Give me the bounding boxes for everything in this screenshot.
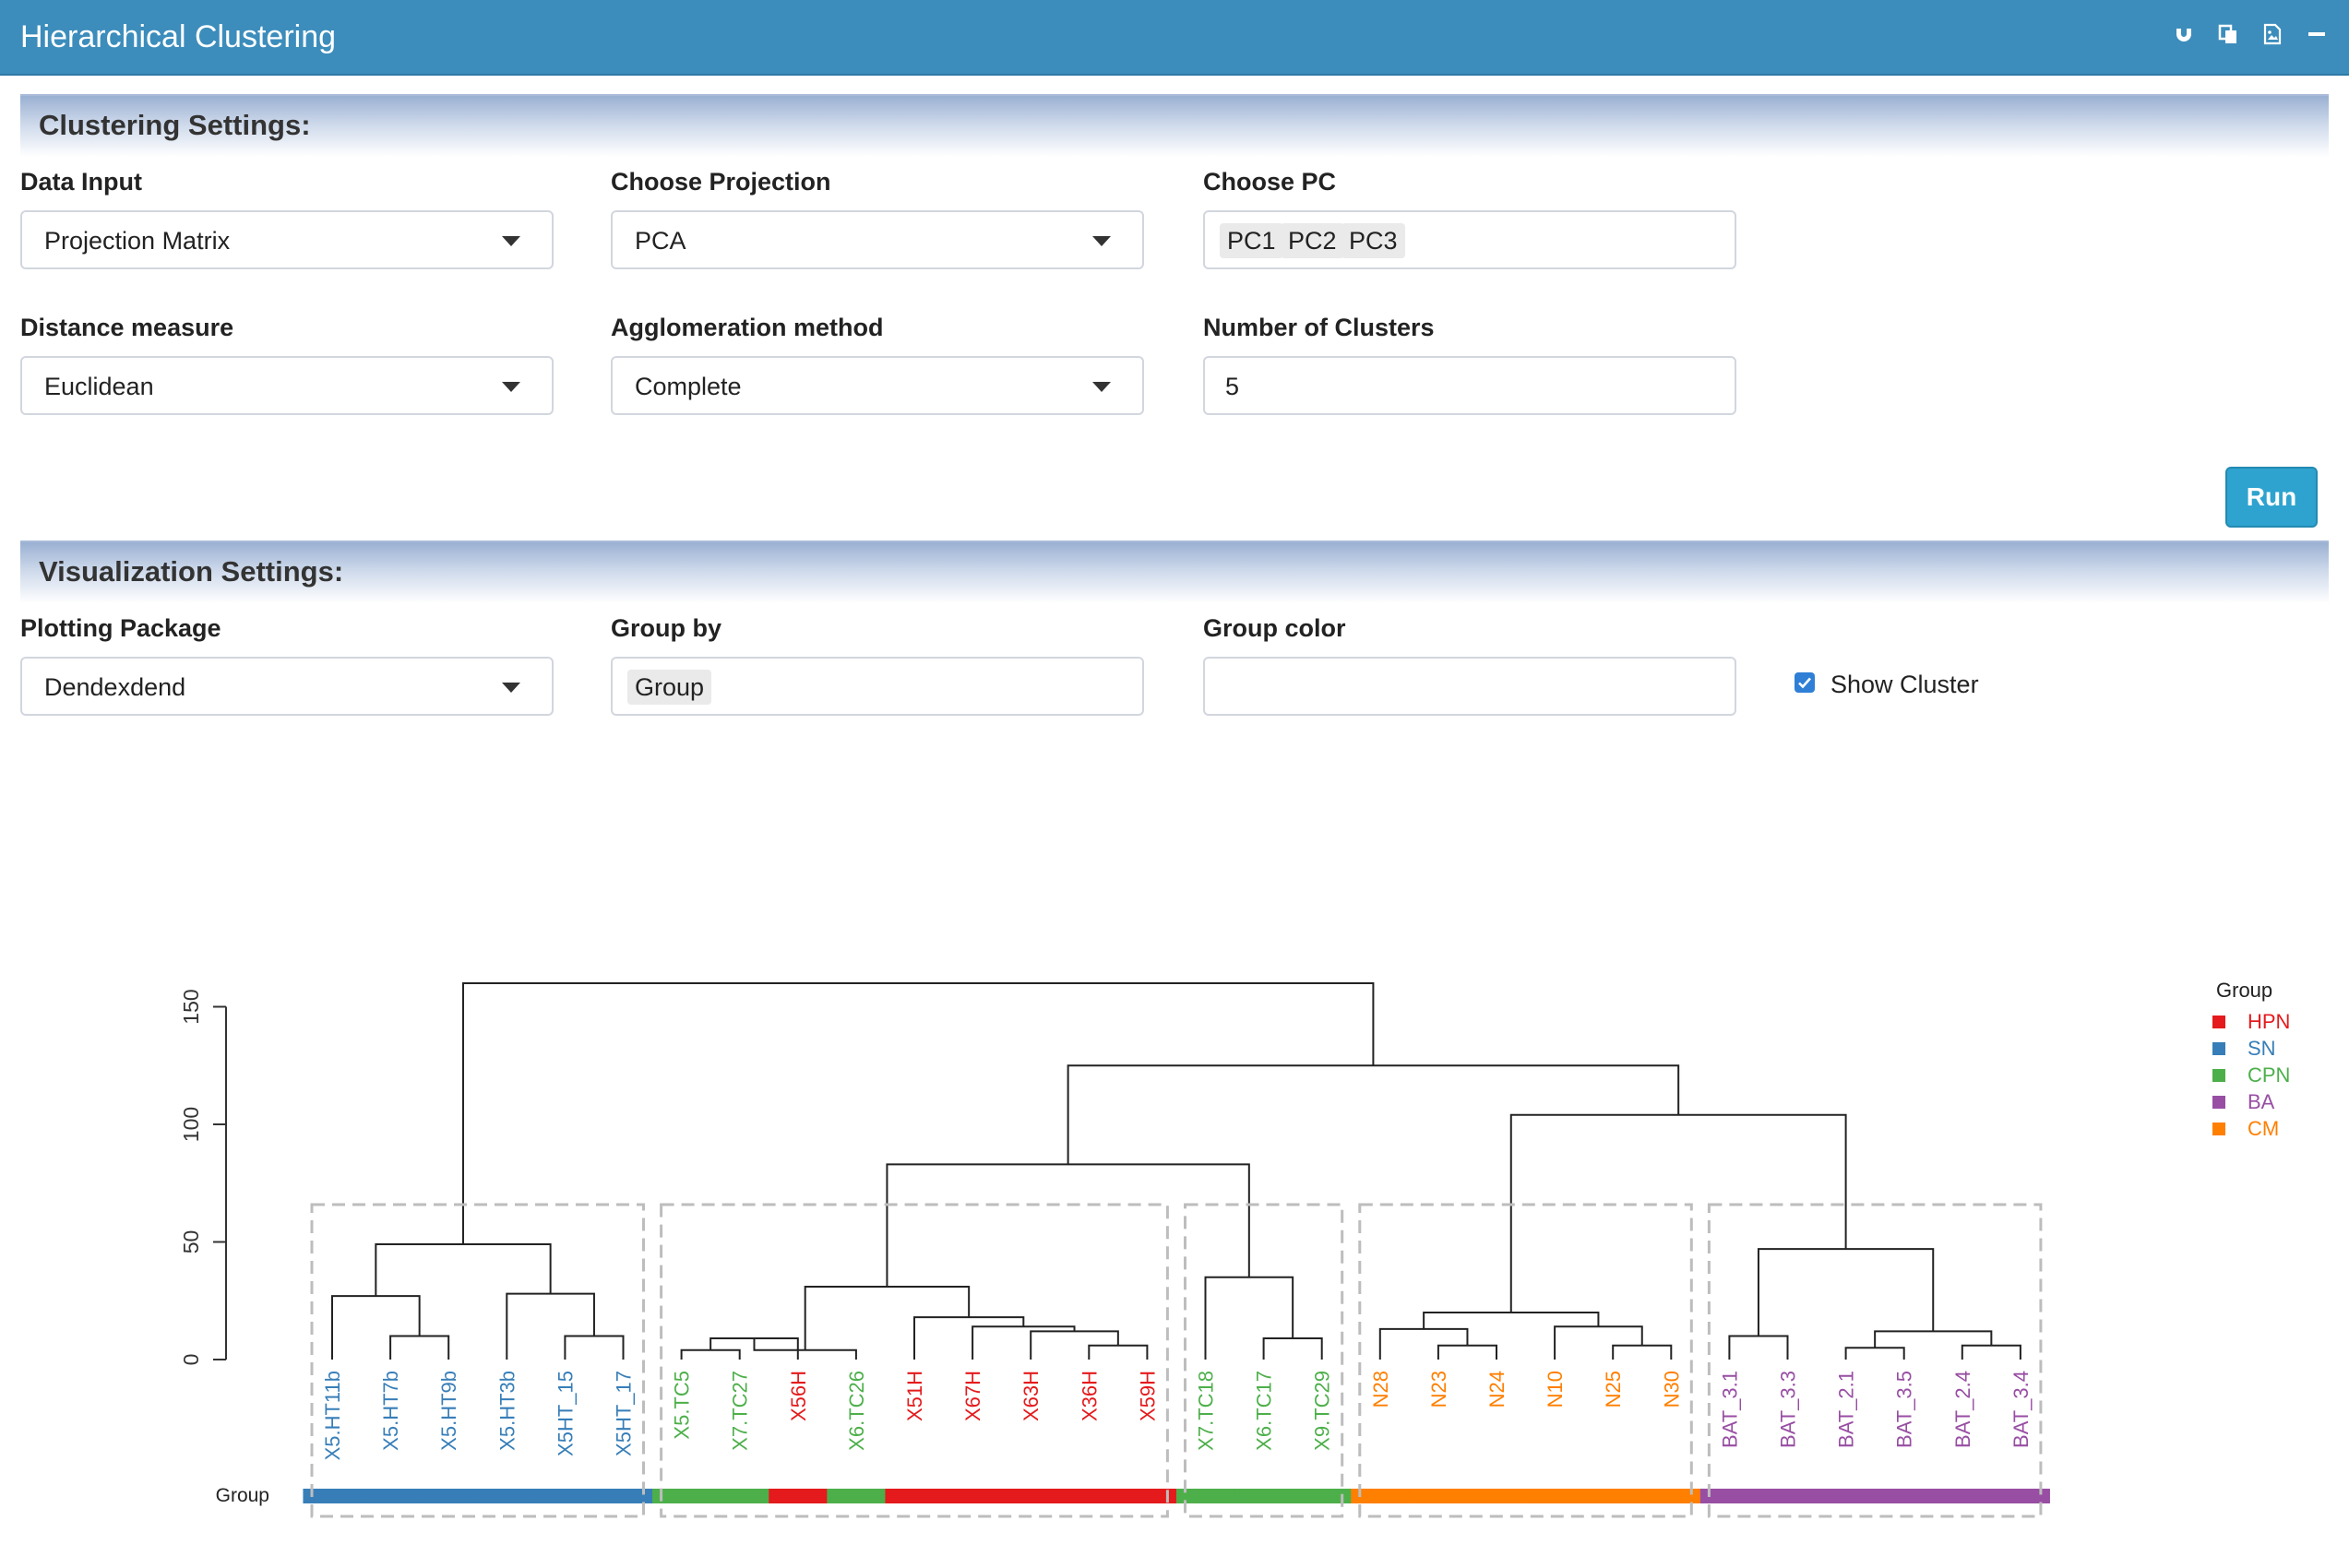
dendrogram-branch bbox=[1844, 1347, 1905, 1360]
leaf-label: X7.TC18 bbox=[1195, 1371, 1218, 1451]
y-tick-label: 100 bbox=[179, 1107, 203, 1142]
dendrogram-branch bbox=[1728, 1335, 1789, 1360]
group-bar-segment bbox=[1817, 1489, 1876, 1503]
group-bar-segment bbox=[361, 1489, 421, 1503]
legend-title: Group bbox=[2216, 979, 2272, 1002]
group-bar-segment bbox=[1059, 1489, 1119, 1503]
leaf-label: BAT_2.1 bbox=[1835, 1371, 1858, 1448]
leaf-label: X36H bbox=[1078, 1371, 1101, 1421]
group-bar-segment bbox=[1234, 1489, 1294, 1503]
legend-item: HPN bbox=[2248, 1010, 2290, 1033]
dendrogram-branch bbox=[506, 1292, 595, 1360]
legend-swatch bbox=[2212, 1069, 2225, 1082]
dendrogram-branch bbox=[804, 1285, 971, 1350]
leaf-label: X59H bbox=[1136, 1371, 1159, 1421]
group-bar-segment bbox=[535, 1489, 595, 1503]
group-bar-segment bbox=[1525, 1489, 1585, 1503]
dendrogram-branch bbox=[389, 1335, 450, 1360]
dendrogram-branch bbox=[1204, 1276, 1294, 1360]
group-bar-segment bbox=[885, 1489, 945, 1503]
leaf-label: X5.TC5 bbox=[671, 1371, 694, 1440]
leaf-label: X5HT_15 bbox=[554, 1371, 577, 1456]
group-bar-segment bbox=[943, 1489, 1003, 1503]
leaf-label: BAT_3.3 bbox=[1777, 1371, 1800, 1448]
dendrogram-chart: 0 50 100 150 X5.HT11b X5.HT7b X5.HT9b X5.HT3b X5… bbox=[179, 979, 2290, 1518]
legend-item: CPN bbox=[2248, 1063, 2290, 1087]
dendrogram-branch bbox=[913, 1316, 1025, 1360]
dendrogram-branch bbox=[1509, 1113, 1847, 1313]
legend-item: SN bbox=[2248, 1037, 2276, 1060]
leaf-label: X56H bbox=[787, 1371, 810, 1421]
legend-item: BA bbox=[2248, 1090, 2275, 1113]
group-bar-segment bbox=[1467, 1489, 1527, 1503]
leaf-label: N25 bbox=[1602, 1371, 1625, 1408]
leaf-label: X67H bbox=[961, 1371, 984, 1421]
leaf-label: X5HT_17 bbox=[613, 1371, 636, 1456]
group-bar-segment bbox=[710, 1489, 769, 1503]
group-bar-segment bbox=[1409, 1489, 1468, 1503]
group-bar-segment bbox=[1933, 1489, 1992, 1503]
group-bar-segment bbox=[769, 1489, 828, 1503]
leaf-label: BAT_3.1 bbox=[1718, 1371, 1741, 1448]
leaf-label: X9.TC29 bbox=[1311, 1371, 1334, 1451]
leaf-label: N30 bbox=[1660, 1371, 1683, 1408]
dendrogram-branch bbox=[680, 1348, 741, 1360]
dendrogram-branch bbox=[1437, 1344, 1497, 1360]
group-bar-segment bbox=[1758, 1489, 1818, 1503]
leaf-label: N24 bbox=[1485, 1371, 1508, 1408]
leaf-label: BAT_2.4 bbox=[1951, 1371, 1974, 1448]
leaf-label: X5.HT11b bbox=[321, 1371, 344, 1460]
dendrogram-branch bbox=[331, 1295, 421, 1360]
dendrogram-branch bbox=[1757, 1248, 1935, 1336]
group-bar-segment bbox=[1583, 1489, 1643, 1503]
cluster-box bbox=[660, 1203, 1169, 1518]
leaf-label: X51H bbox=[903, 1371, 926, 1421]
y-tick-label: 0 bbox=[179, 1354, 203, 1366]
group-bar-segment bbox=[477, 1489, 537, 1503]
leaf-label: N23 bbox=[1427, 1371, 1450, 1408]
cluster-box bbox=[1184, 1203, 1344, 1518]
legend-swatch bbox=[2212, 1096, 2225, 1109]
leaf-label: X7.TC27 bbox=[729, 1371, 752, 1451]
hierarchical-clustering-box: Hierarchical Clustering Clustering Setti… bbox=[0, 0, 2349, 1568]
dendrogram-branch bbox=[1612, 1344, 1673, 1360]
leaf-label: X5.HT3b bbox=[495, 1371, 519, 1451]
dendrogram-branch bbox=[1554, 1325, 1643, 1360]
group-bar-segment bbox=[1001, 1489, 1061, 1503]
group-bar-label: Group bbox=[216, 1485, 269, 1506]
leaf-label: X63H bbox=[1019, 1371, 1043, 1421]
group-bar-segment bbox=[1875, 1489, 1934, 1503]
group-bar-segment bbox=[419, 1489, 479, 1503]
legend-item: CM bbox=[2248, 1117, 2279, 1140]
dendrogram-branch bbox=[1262, 1337, 1323, 1360]
cluster-box bbox=[1358, 1203, 1693, 1518]
leaf-label: X5.HT9b bbox=[437, 1371, 460, 1451]
dendrogram-branch bbox=[1088, 1344, 1149, 1360]
dendrogram-branch bbox=[1961, 1344, 2021, 1360]
leaf-label: N10 bbox=[1544, 1371, 1567, 1408]
dendrogram-branch bbox=[886, 1163, 1250, 1287]
legend-swatch bbox=[2212, 1123, 2225, 1135]
y-tick-label: 50 bbox=[179, 1230, 203, 1254]
dendrogram-branch bbox=[375, 1243, 552, 1297]
leaf-label: X6.TC26 bbox=[845, 1371, 868, 1451]
group-bar-segment bbox=[827, 1489, 886, 1503]
cluster-box bbox=[310, 1203, 645, 1518]
leaf-label: BAT_3.4 bbox=[2009, 1371, 2033, 1448]
legend-swatch bbox=[2212, 1042, 2225, 1055]
dendrogram-branch bbox=[1378, 1327, 1469, 1360]
leaf-label: X5.HT7b bbox=[379, 1371, 402, 1451]
leaf-label: X6.TC17 bbox=[1253, 1371, 1276, 1451]
dendrogram-branch bbox=[564, 1335, 625, 1360]
legend-swatch bbox=[2212, 1016, 2225, 1028]
leaf-label: BAT_3.5 bbox=[1893, 1371, 1916, 1448]
y-tick-label: 150 bbox=[179, 989, 203, 1024]
leaf-label: N28 bbox=[1369, 1371, 1392, 1408]
